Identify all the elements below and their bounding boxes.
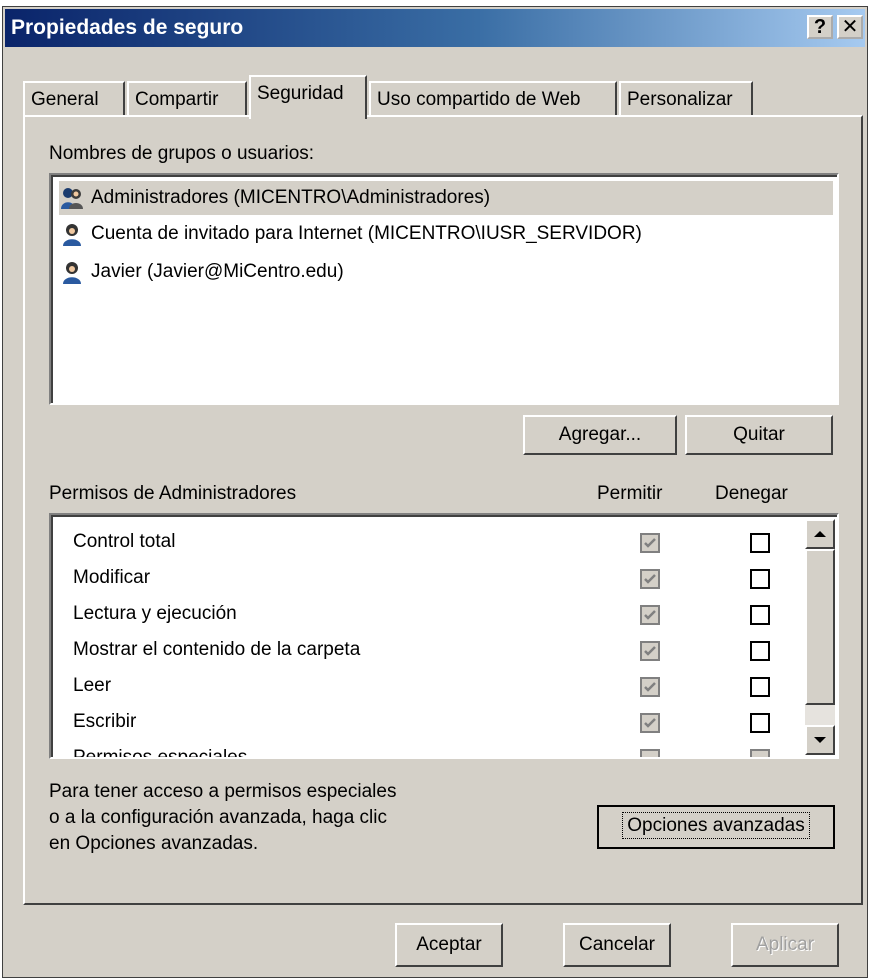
permission-name: Leer [73,675,112,696]
user-icon [59,259,85,285]
tab-label: Seguridad [257,83,344,104]
deny-column-header: Denegar [715,483,788,504]
deny-checkbox[interactable] [750,749,770,757]
close-button[interactable]: ✕ [837,15,863,39]
tab-seguridad[interactable]: Seguridad [249,75,367,119]
tab-uso-compartido-web[interactable]: Uso compartido de Web [369,81,617,117]
permission-row: Modificar [73,561,813,597]
deny-checkbox[interactable] [750,605,770,625]
permission-name: Mostrar el contenido de la carpeta [73,639,361,660]
permission-row: Mostrar el contenido de la carpeta [73,633,813,669]
allow-checkbox[interactable] [640,533,660,553]
allow-checkbox[interactable] [640,713,660,733]
allow-checkbox[interactable] [640,569,660,589]
deny-checkbox[interactable] [750,677,770,697]
permissions-list[interactable]: Control total Modificar Lectura y ejecuc… [49,513,839,759]
user-item-label: Cuenta de invitado para Internet (MICENT… [91,223,642,244]
user-icon [59,221,85,247]
checkmark-icon [644,646,656,656]
remove-button[interactable]: Quitar [685,415,833,455]
permission-name: Permisos especiales [73,747,247,757]
deny-checkbox[interactable] [750,713,770,733]
permission-name: Control total [73,531,176,552]
permissions-scrollbar[interactable] [805,519,835,755]
checkmark-icon [644,718,656,728]
users-group-icon [59,185,85,211]
title-bar[interactable]: Propiedades de seguro ? ✕ [5,9,865,47]
permission-row: Permisos especiales [73,741,813,757]
advanced-info-line-2: o a la configuración avanzada, haga clic [49,807,388,828]
user-item-label: Administradores (MICENTRO\Administradore… [91,187,491,208]
scroll-down-button[interactable] [805,725,835,755]
allow-checkbox[interactable] [640,641,660,661]
tab-personalizar[interactable]: Personalizar [619,81,753,117]
window-title: Propiedades de seguro [11,16,244,39]
checkmark-icon [644,574,656,584]
tab-label: Compartir [135,89,219,110]
tab-compartir[interactable]: Compartir [127,81,247,117]
permissions-label: Permisos de Administradores [49,483,297,504]
tab-general[interactable]: General [23,81,125,117]
advanced-options-label: Opciones avanzadas [622,812,810,839]
arrow-down-icon [814,737,826,743]
ok-button[interactable]: Aceptar [395,923,503,967]
tab-label: Uso compartido de Web [377,89,581,110]
user-item-administradores[interactable]: Administradores (MICENTRO\Administradore… [59,181,833,215]
permission-row: Control total [73,525,813,561]
allow-column-header: Permitir [597,483,663,504]
advanced-options-button[interactable]: Opciones avanzadas [597,805,835,849]
allow-checkbox[interactable] [640,605,660,625]
users-listbox[interactable]: Administradores (MICENTRO\Administradore… [49,173,839,405]
help-button[interactable]: ? [807,15,833,39]
permission-row: Escribir [73,705,813,741]
deny-checkbox[interactable] [750,533,770,553]
tab-label: General [31,89,99,110]
checkmark-icon [644,682,656,692]
users-section-label: Nombres de grupos o usuarios: [49,143,315,164]
properties-dialog: Propiedades de seguro ? ✕ General Compar… [2,6,868,978]
checkmark-icon [644,610,656,620]
permission-name: Lectura y ejecución [73,603,237,624]
user-item-javier[interactable]: Javier (Javier@MiCentro.edu) [59,255,833,289]
permission-name: Escribir [73,711,137,732]
advanced-info-line-3: en Opciones avanzadas. [49,833,259,854]
arrow-up-icon [814,531,826,537]
advanced-info-line-1: Para tener acceso a permisos especiales [49,781,397,802]
tab-label: Personalizar [627,89,733,110]
permission-row: Lectura y ejecución [73,597,813,633]
allow-checkbox[interactable] [640,677,660,697]
scroll-up-button[interactable] [805,519,835,549]
checkmark-icon [644,538,656,548]
permission-name: Modificar [73,567,151,588]
deny-checkbox[interactable] [750,569,770,589]
deny-checkbox[interactable] [750,641,770,661]
scroll-thumb[interactable] [805,549,835,705]
user-item-invitado[interactable]: Cuenta de invitado para Internet (MICENT… [59,217,833,251]
allow-checkbox[interactable] [640,749,660,757]
cancel-button[interactable]: Cancelar [563,923,671,967]
user-item-label: Javier (Javier@MiCentro.edu) [91,261,344,282]
add-button[interactable]: Agregar... [523,415,677,455]
apply-button[interactable]: Aplicar [731,923,839,967]
security-panel: Nombres de grupos o usuarios: Administra… [23,115,863,905]
permission-row: Leer [73,669,813,705]
